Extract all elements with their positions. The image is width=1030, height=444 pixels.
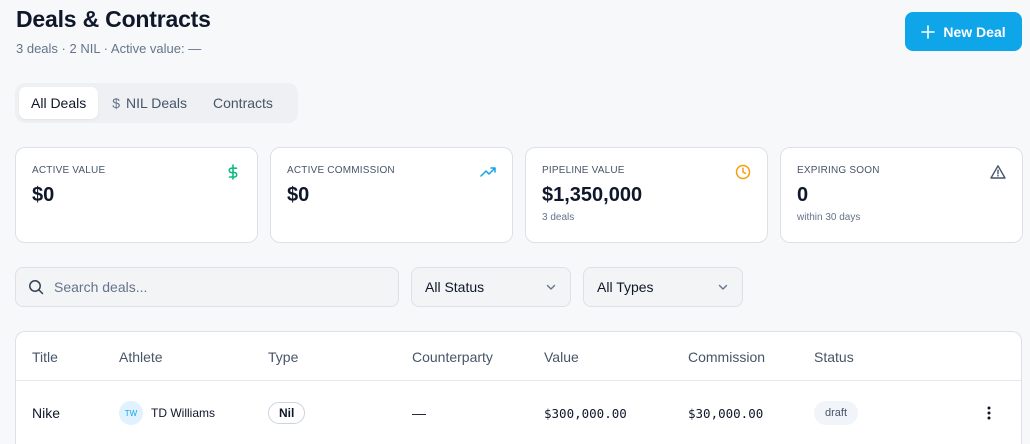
dollar-icon: $ xyxy=(112,95,121,111)
alert-triangle-icon xyxy=(990,164,1006,180)
stat-label: ACTIVE COMMISSION xyxy=(287,165,395,176)
clock-icon xyxy=(735,164,751,180)
value-cell: $300,000.00 xyxy=(544,405,627,421)
search-input[interactable] xyxy=(54,279,374,295)
tab-contracts[interactable]: Contracts xyxy=(201,87,285,119)
tab-all-deals[interactable]: All Deals xyxy=(19,87,99,119)
tab-nil-deals-label: NIL Deals xyxy=(126,95,187,111)
commission-cell: $30,000.00 xyxy=(688,405,764,421)
stat-card-pipeline-value: PIPELINE VALUE $1,350,000 3 deals xyxy=(525,147,768,243)
stat-value: $0 xyxy=(287,184,310,206)
stat-label: PIPELINE VALUE xyxy=(542,165,625,176)
table-row[interactable]: Nike TW TD Williams Nil — $300,000.00 $3… xyxy=(16,381,1021,444)
tab-nil-deals[interactable]: $ NIL Deals xyxy=(100,87,199,119)
stat-value: $1,350,000 xyxy=(542,184,643,206)
page-title: Deals & Contracts xyxy=(16,6,211,32)
stat-card-active-value: ACTIVE VALUE $0 xyxy=(15,147,258,243)
deal-tabs: All Deals $ NIL Deals Contracts xyxy=(15,83,298,123)
column-header-title[interactable]: Title xyxy=(32,349,58,365)
tab-contracts-label: Contracts xyxy=(213,95,273,111)
table-header: Title Athlete Type Counterparty Value Co… xyxy=(16,332,1021,381)
search-box[interactable] xyxy=(15,267,399,307)
athlete-cell: TW TD Williams xyxy=(119,381,215,444)
column-header-athlete[interactable]: Athlete xyxy=(119,349,163,365)
more-actions-icon[interactable] xyxy=(979,403,999,423)
status-filter-value: All Status xyxy=(425,279,485,295)
stat-value: 0 xyxy=(797,184,809,206)
column-header-value[interactable]: Value xyxy=(544,349,579,365)
column-header-counterparty[interactable]: Counterparty xyxy=(412,349,493,365)
stat-note: within 30 days xyxy=(797,212,861,223)
stat-card-expiring-soon: EXPIRING SOON 0 within 30 days xyxy=(780,147,1023,243)
plus-icon xyxy=(921,24,936,39)
type-badge: Nil xyxy=(268,402,306,424)
trending-up-icon xyxy=(480,164,496,180)
status-cell: draft xyxy=(814,381,859,444)
stat-value: $0 xyxy=(32,184,55,206)
avatar: TW xyxy=(119,401,143,425)
new-deal-button[interactable]: New Deal xyxy=(905,12,1022,51)
search-icon xyxy=(29,280,44,295)
athlete-name: TD Williams xyxy=(151,406,215,420)
type-filter-select[interactable]: All Types xyxy=(583,267,743,307)
column-header-type[interactable]: Type xyxy=(268,349,298,365)
stat-note: 3 deals xyxy=(542,212,575,223)
tab-all-deals-label: All Deals xyxy=(31,95,87,111)
chevron-down-icon xyxy=(546,284,556,290)
stat-cards: ACTIVE VALUE $0 ACTIVE COMMISSION $0 PIP… xyxy=(15,147,1023,243)
row-actions xyxy=(979,381,999,444)
stat-card-active-commission: ACTIVE COMMISSION $0 xyxy=(270,147,513,243)
deals-table: Title Athlete Type Counterparty Value Co… xyxy=(15,331,1022,444)
new-deal-label: New Deal xyxy=(943,23,1006,40)
page-subtitle: 3 deals · 2 NIL · Active value: — xyxy=(16,41,202,56)
status-badge: draft xyxy=(814,401,859,425)
status-filter-select[interactable]: All Status xyxy=(411,267,571,307)
chevron-down-icon xyxy=(718,284,728,290)
stat-label: ACTIVE VALUE xyxy=(32,165,106,176)
type-filter-value: All Types xyxy=(597,279,654,295)
counterparty-cell: — xyxy=(412,405,426,421)
stat-label: EXPIRING SOON xyxy=(797,165,880,176)
column-header-commission[interactable]: Commission xyxy=(688,349,765,365)
type-cell: Nil xyxy=(268,381,306,444)
column-header-status[interactable]: Status xyxy=(814,349,854,365)
deal-title[interactable]: Nike xyxy=(32,381,60,444)
dollar-icon xyxy=(225,164,241,180)
